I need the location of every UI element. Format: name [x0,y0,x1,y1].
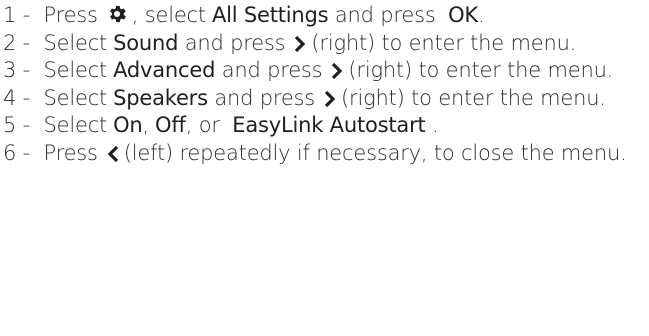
chevron-right-icon [323,90,337,108]
setting-advanced: Advanced [113,58,216,82]
step-3: 3 - Select Advanced and press (right) to e… [3,57,649,85]
step-text: and press [214,85,316,110]
step-number: 1 - [3,3,31,27]
step-text: . [477,3,485,27]
step-4: 4 - Select Speakers and press (right) to e… [3,85,649,113]
step-verb: Select [43,58,108,82]
step-number: 4 - [3,85,31,110]
step-6: 6 - Press (left) repeatedly if necessary,… [3,140,649,168]
step-text: (left) repeatedly if necessary, to close… [123,140,627,165]
step-text: , [142,113,150,137]
key-ok: OK [448,3,478,27]
step-2: 2 - Select Sound and press (right) to ente… [3,30,649,58]
step-verb: Select [43,85,108,110]
step-verb: Press [43,140,98,165]
step-1: 1 - Press, select All Settings and press … [3,2,649,30]
setting-sound: Sound [113,30,179,55]
step-verb: Press [43,3,98,27]
step-text: , select [131,3,206,27]
step-text: (right) to enter the menu. [348,58,614,82]
step-verb: Select [43,113,108,137]
step-text: and press [184,30,286,55]
step-number: 6 - [3,140,31,165]
step-number: 2 - [3,30,31,55]
step-5: 5 - Select On, Off, or EasyLink Autostart … [3,112,649,140]
step-verb: Select [43,30,108,55]
instructions: 1 - Press, select All Settings and press … [0,0,649,167]
gear-icon [106,3,128,25]
option-on: On [113,113,143,137]
step-text: and press [334,3,436,27]
step-text: (right) to enter the menu. [311,30,577,55]
setting-speakers: Speakers [113,85,208,110]
step-number: 3 - [3,58,31,82]
setting-all-settings: All Settings [211,3,329,27]
step-number: 5 - [3,113,31,137]
step-text: . [432,113,439,137]
chevron-right-icon [293,35,307,53]
option-easylink-autostart: EasyLink Autostart [232,113,426,137]
step-text: , or [185,113,220,137]
chevron-left-icon [106,145,120,163]
option-off: Off [155,113,186,137]
step-text: and press [221,58,323,82]
chevron-right-icon [330,62,344,80]
step-text: (right) to enter the menu. [341,85,606,110]
